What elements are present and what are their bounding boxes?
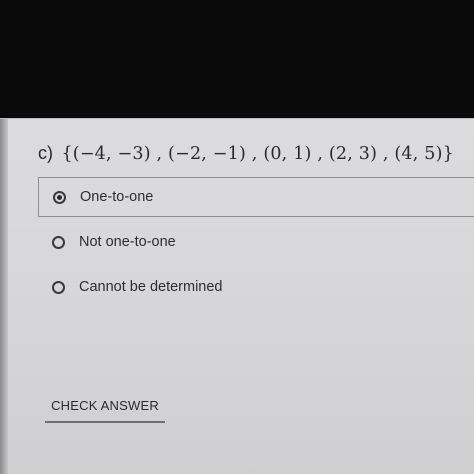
question-text: c) {(−4, −3) , (−2, −1) , (0, 1) , (2, 3… xyxy=(38,143,454,164)
question-label: c) xyxy=(38,143,53,163)
radio-unchecked-icon[interactable] xyxy=(52,235,65,249)
check-answer-button[interactable]: CHECK ANSWER xyxy=(45,389,165,423)
screen-edge xyxy=(0,119,8,474)
option-label: One-to-one xyxy=(80,189,154,205)
option-not-one-to-one[interactable]: Not one-to-one xyxy=(38,222,474,262)
radio-unchecked-icon[interactable] xyxy=(52,280,65,294)
option-one-to-one[interactable]: One-to-one xyxy=(38,177,474,217)
option-label: Not one-to-one xyxy=(79,234,176,250)
question-set: {(−4, −3) , (−2, −1) , (0, 1) , (2, 3) ,… xyxy=(61,144,454,164)
option-cannot-be-determined[interactable]: Cannot be determined xyxy=(38,267,474,307)
question-panel: c) {(−4, −3) , (−2, −1) , (0, 1) , (2, 3… xyxy=(0,118,474,474)
option-label: Cannot be determined xyxy=(79,279,223,295)
radio-checked-icon[interactable] xyxy=(53,190,66,204)
